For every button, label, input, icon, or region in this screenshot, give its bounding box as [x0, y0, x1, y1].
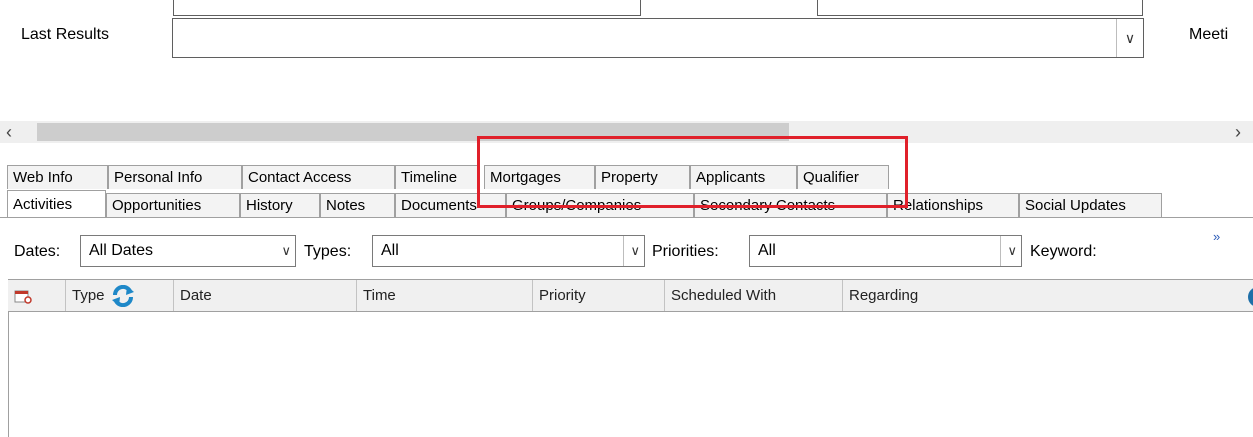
chevron-down-icon[interactable]: ∨ [623, 236, 640, 266]
col-date[interactable]: Date [174, 280, 357, 311]
top-field-right[interactable] [817, 0, 1143, 16]
tab-social-updates[interactable]: Social Updates [1019, 193, 1162, 217]
priorities-select[interactable]: All ∨ [749, 235, 1022, 267]
tab-opportunities[interactable]: Opportunities [106, 193, 240, 217]
dates-label: Dates: [14, 243, 61, 260]
chevron-down-icon[interactable]: ∨ [281, 236, 291, 266]
grid-header: Type Date Time Priority Scheduled With R… [8, 279, 1253, 312]
col-priority[interactable]: Priority [533, 280, 665, 311]
calendar-icon-column[interactable] [8, 280, 66, 311]
dates-select[interactable]: All Dates ∨ [80, 235, 296, 267]
last-results-label: Last Results [21, 26, 110, 43]
priorities-value: All [758, 242, 776, 259]
calendar-icon [14, 290, 32, 304]
tab-activities[interactable]: Activities [7, 190, 106, 217]
col-regarding[interactable]: Regarding [843, 280, 1253, 311]
priorities-label: Priorities: [652, 243, 719, 260]
types-value: All [381, 242, 399, 259]
tab-contact-access[interactable]: Contact Access [242, 165, 395, 189]
tab-personal-info[interactable]: Personal Info [108, 165, 242, 189]
col-type-label: Type [72, 287, 105, 304]
tab-web-info[interactable]: Web Info [7, 165, 108, 189]
highlight-box [477, 136, 908, 208]
tab-timeline[interactable]: Timeline [395, 165, 480, 189]
scroll-right-icon[interactable]: › [1235, 123, 1241, 141]
tab-history[interactable]: History [240, 193, 320, 217]
top-field-left[interactable] [173, 0, 641, 16]
col-scheduled-with[interactable]: Scheduled With [665, 280, 843, 311]
activities-grid[interactable] [8, 312, 1253, 437]
chevron-down-icon[interactable]: ∨ [1000, 236, 1017, 266]
last-results-combo[interactable]: ∨ [172, 18, 1144, 58]
types-label: Types: [304, 243, 352, 260]
scroll-left-icon[interactable]: ‹ [6, 123, 12, 141]
col-time[interactable]: Time [357, 280, 533, 311]
keyword-label: Keyword: [1030, 243, 1097, 260]
refresh-icon[interactable] [111, 284, 135, 307]
tab-notes[interactable]: Notes [320, 193, 395, 217]
dates-value: All Dates [89, 242, 154, 259]
meeting-label: Meeti [1189, 26, 1229, 43]
overflow-icon[interactable]: » [1213, 229, 1220, 244]
col-type[interactable]: Type [66, 280, 174, 311]
chevron-down-icon[interactable]: ∨ [1116, 19, 1143, 57]
types-select[interactable]: All ∨ [372, 235, 645, 267]
